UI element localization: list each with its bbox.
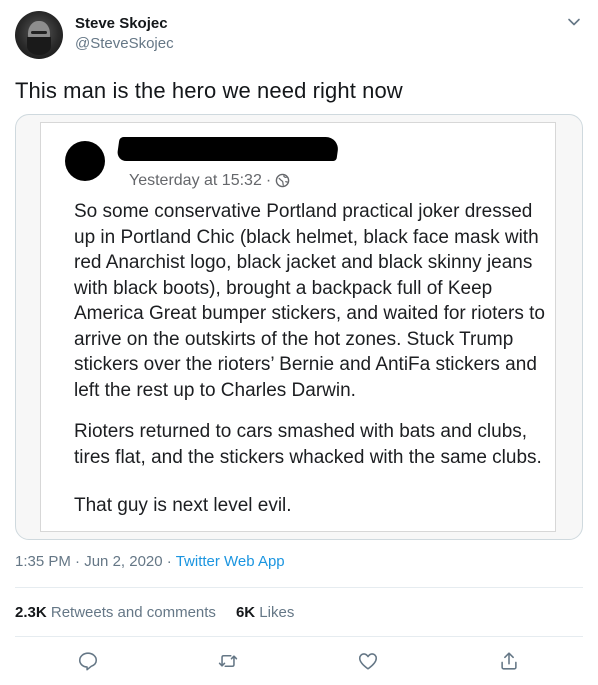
globe-icon bbox=[275, 173, 290, 188]
tweet-time[interactable]: 1:35 PM bbox=[15, 553, 71, 570]
post-paragraph-1: So some conservative Portland practical … bbox=[74, 199, 545, 403]
post-line: with black boots), brought a backpack fu… bbox=[74, 277, 493, 299]
engagement-stats: 2.3K Retweets and comments 6K Likes bbox=[15, 604, 294, 621]
tweet-date[interactable]: Jun 2, 2020 bbox=[84, 553, 162, 570]
post-timestamp: Yesterday at 15:32 · bbox=[129, 172, 290, 190]
user-name[interactable]: Steve Skojec bbox=[75, 15, 168, 32]
retweet-icon[interactable] bbox=[217, 650, 239, 672]
divider bbox=[15, 587, 583, 588]
post-paragraph-2: Rioters returned to cars smashed with ba… bbox=[74, 419, 542, 470]
retweets-count: 2.3K bbox=[15, 604, 47, 621]
heart-icon[interactable] bbox=[357, 650, 379, 672]
post-line: Rioters returned to cars smashed with ba… bbox=[74, 421, 528, 442]
likes-count: 6K bbox=[235, 604, 256, 621]
tweet-meta: 1:35 PM · Jun 2, 2020 · Twitter Web App bbox=[15, 553, 285, 570]
post-line: tires flat, and the stickers whacked wit… bbox=[74, 446, 542, 468]
post-line: left the rest up to Charles Darwin. bbox=[74, 379, 356, 401]
post-line: America Great bumper stickers, and waite… bbox=[74, 303, 545, 324]
post-paragraph-3: That guy is next level evil. bbox=[74, 493, 292, 519]
share-icon[interactable] bbox=[498, 650, 520, 672]
retweets-stat[interactable]: 2.3K Retweets and comments bbox=[15, 604, 216, 621]
source-app-link[interactable]: Twitter Web App bbox=[176, 553, 285, 570]
reply-icon[interactable] bbox=[77, 650, 99, 672]
chevron-down-icon[interactable] bbox=[566, 14, 582, 30]
redacted-name bbox=[116, 137, 340, 161]
likes-label: Likes bbox=[259, 604, 295, 621]
avatar[interactable] bbox=[15, 11, 63, 59]
post-line: red Anarchist logo, black jacket and bla… bbox=[74, 252, 533, 273]
divider bbox=[15, 636, 583, 637]
redacted-avatar bbox=[65, 141, 105, 181]
action-bar bbox=[0, 646, 598, 678]
post-time-text: Yesterday at 15:32 bbox=[129, 172, 262, 189]
user-handle[interactable]: @SteveSkojec bbox=[75, 35, 174, 52]
meta-separator: · bbox=[75, 553, 81, 570]
meta-separator: · bbox=[166, 553, 172, 570]
post-line: So some conservative Portland practical … bbox=[74, 201, 533, 222]
likes-stat[interactable]: 6K Likes bbox=[236, 604, 294, 621]
post-separator: · bbox=[265, 172, 272, 189]
tweet-image[interactable]: Yesterday at 15:32 · So some conservative… bbox=[15, 114, 583, 540]
post-line: arrive on the outskirts of the hot zones… bbox=[74, 328, 514, 350]
post-line: up in Portland Chic (black helmet, black… bbox=[74, 226, 539, 248]
post-line: stickers over the rioters’ Bernie and An… bbox=[74, 354, 537, 375]
embedded-post-card: Yesterday at 15:32 · So some conservative… bbox=[40, 122, 556, 532]
tweet-text: This man is the hero we need right now bbox=[15, 78, 403, 103]
tweet: Steve Skojec @SteveSkojec This man is th… bbox=[0, 0, 598, 685]
retweets-label: Retweets and comments bbox=[50, 604, 216, 621]
post-line: That guy is next level evil. bbox=[74, 495, 292, 516]
